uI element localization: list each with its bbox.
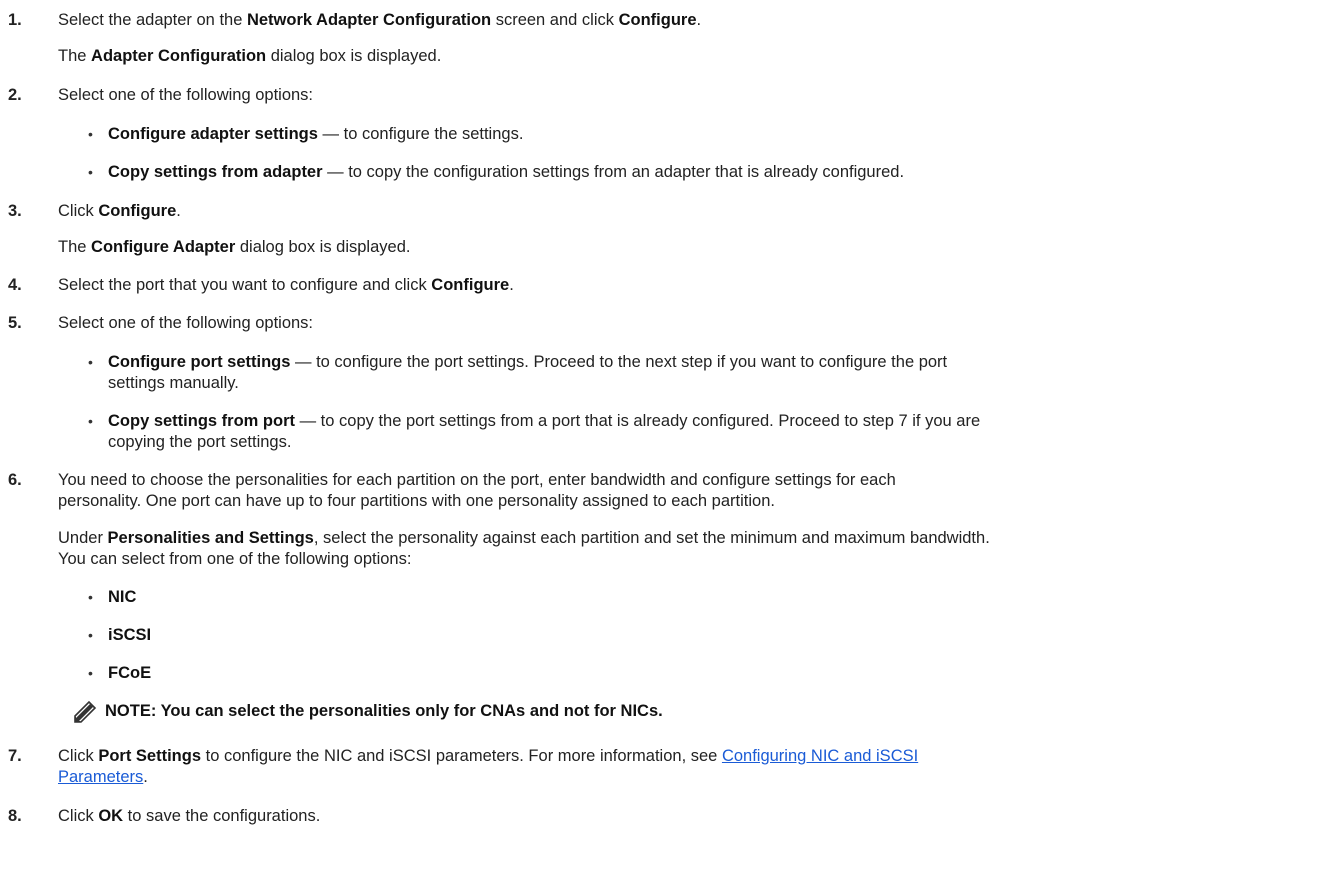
bullet: •	[88, 164, 93, 180]
step-7-text-cont: Parameters.	[58, 768, 148, 786]
step-3-text: Click Configure.	[58, 202, 181, 220]
step-4-text: Select the port that you want to configu…	[58, 276, 514, 294]
step-8-text: Click OK to save the configurations.	[58, 807, 321, 825]
step-6-text-cont: personality. One port can have up to fou…	[58, 492, 775, 510]
list-item: Configure port settings — to configure t…	[108, 353, 948, 371]
step-number: 1.	[8, 11, 22, 29]
step-number: 4.	[8, 276, 22, 294]
bullet: •	[88, 126, 93, 142]
step-1-text: Select the adapter on the Network Adapte…	[58, 11, 702, 29]
step-1-result: The Adapter Configuration dialog box is …	[58, 47, 442, 65]
list-item-continuation: settings manually.	[108, 374, 239, 392]
configuring-nic-link[interactable]: Configuring NIC and iSCSI	[722, 747, 918, 765]
step-number: 3.	[8, 202, 22, 220]
step-number: 5.	[8, 314, 22, 332]
option-item: iSCSI	[108, 626, 152, 644]
step-number: 8.	[8, 807, 22, 825]
option-item: NIC	[108, 588, 137, 606]
configuring-nic-link-cont[interactable]: Parameters	[58, 768, 143, 786]
step-6-para: Under Personalities and Settings, select…	[58, 529, 990, 547]
bullet: •	[88, 589, 93, 605]
step-2-text: Select one of the following options:	[58, 86, 314, 104]
step-6-text: You need to choose the personalities for…	[58, 471, 896, 489]
step-number: 7.	[8, 747, 22, 765]
list-item: Configure adapter settings — to configur…	[108, 125, 524, 143]
bullet: •	[88, 665, 93, 681]
step-7-text: Click Port Settings to configure the NIC…	[58, 747, 919, 765]
step-6-para-cont: You can select from one of the following…	[58, 550, 412, 568]
note-text: NOTE: You can select the personalities o…	[105, 702, 663, 720]
bullet: •	[88, 354, 93, 370]
list-item: Copy settings from adapter — to copy the…	[108, 163, 905, 181]
step-number: 2.	[8, 86, 22, 104]
list-item: Copy settings from port — to copy the po…	[108, 412, 981, 430]
step-number: 6.	[8, 471, 22, 489]
bullet: •	[88, 627, 93, 643]
step-5-text: Select one of the following options:	[58, 314, 314, 332]
option-item: FCoE	[108, 664, 152, 682]
pencil-note-icon	[74, 700, 97, 723]
bullet: •	[88, 413, 93, 429]
list-item-continuation: copying the port settings.	[108, 433, 292, 451]
step-3-result: The Configure Adapter dialog box is disp…	[58, 238, 411, 256]
